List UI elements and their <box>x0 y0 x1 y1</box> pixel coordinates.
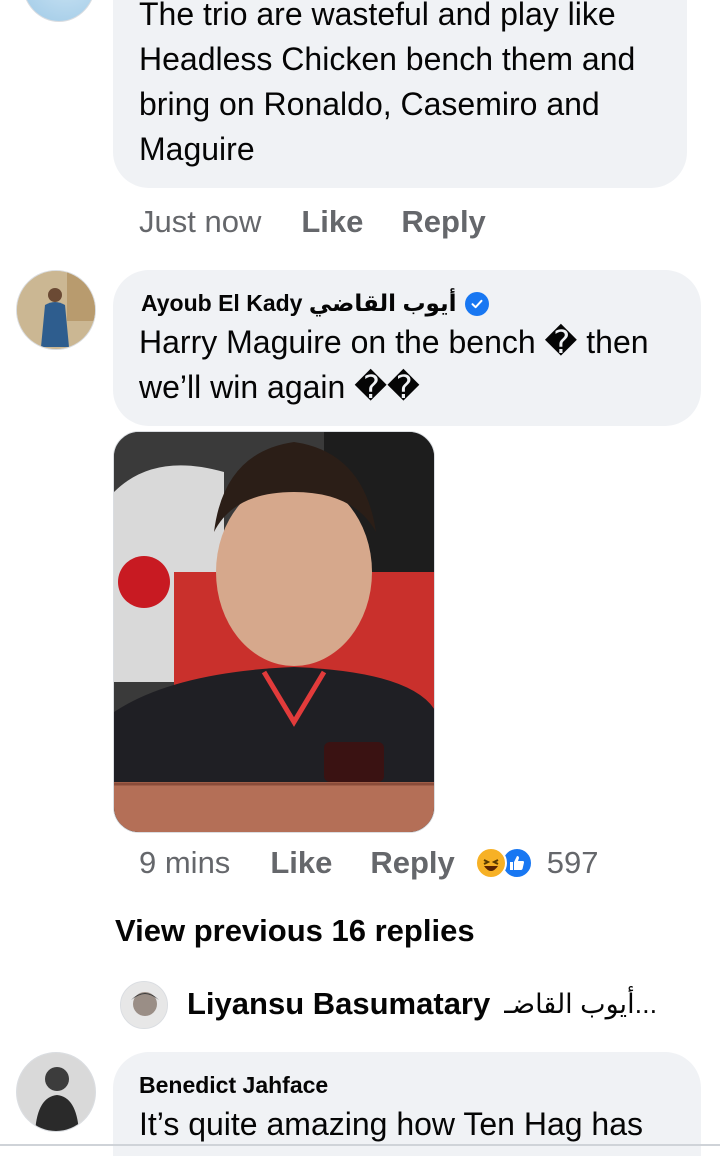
comment-author[interactable]: Benedict Jahface <box>139 1072 328 1099</box>
comment-bubble-1: The trio are wasteful and play like Head… <box>113 0 687 188</box>
like-button[interactable]: Like <box>270 845 332 881</box>
comment-text: It’s quite amazing how Ten Hag has <box>139 1106 644 1142</box>
person-photo-icon <box>121 982 167 1028</box>
reply-button[interactable]: Reply <box>370 845 454 881</box>
reply-preview[interactable]: Liyansu Basumatary أيوب القاضـ... <box>187 986 657 1022</box>
reply-preview-author[interactable]: Liyansu Basumatary <box>187 986 490 1022</box>
comment-bubble-3: Benedict Jahface It’s quite amazing how … <box>113 1052 701 1156</box>
avatar-top-partial[interactable] <box>22 0 96 22</box>
view-previous-replies-link[interactable]: View previous 16 replies <box>115 913 475 949</box>
avatar-liyansu[interactable] <box>120 981 168 1029</box>
like-button[interactable]: Like <box>301 204 363 240</box>
comment-time: 9 mins <box>139 845 231 880</box>
comment-text: Harry Maguire on the bench � then we’ll … <box>139 324 649 405</box>
comment-bubble-2: Ayoub El Kady أيوب القاضي Harry Maguire … <box>113 270 701 426</box>
comment-author[interactable]: Ayoub El Kady أيوب القاضي <box>141 290 489 317</box>
football-player-photo-icon <box>114 432 434 832</box>
comment-time: Just now <box>139 204 262 239</box>
verified-badge-icon <box>464 291 489 316</box>
comment-actions-2: 9 mins Like Reply 597 <box>139 845 599 881</box>
avatar-benedict[interactable] <box>16 1052 96 1132</box>
person-photo-icon <box>17 1053 95 1131</box>
laughing-reaction-icon <box>474 847 507 879</box>
avatar-ayoub[interactable] <box>16 270 96 350</box>
comment-text: The trio are wasteful and play like Head… <box>139 0 636 167</box>
bottom-divider <box>0 1144 720 1146</box>
reaction-count: 597 <box>546 845 599 880</box>
comment-attached-photo[interactable] <box>113 431 435 833</box>
reactions[interactable]: 597 <box>474 845 599 881</box>
reply-preview-snippet: أيوب القاضـ... <box>504 988 658 1019</box>
person-photo-icon <box>17 271 95 349</box>
comment-actions-1: Just now Like Reply <box>139 204 486 240</box>
reply-button[interactable]: Reply <box>401 204 485 240</box>
